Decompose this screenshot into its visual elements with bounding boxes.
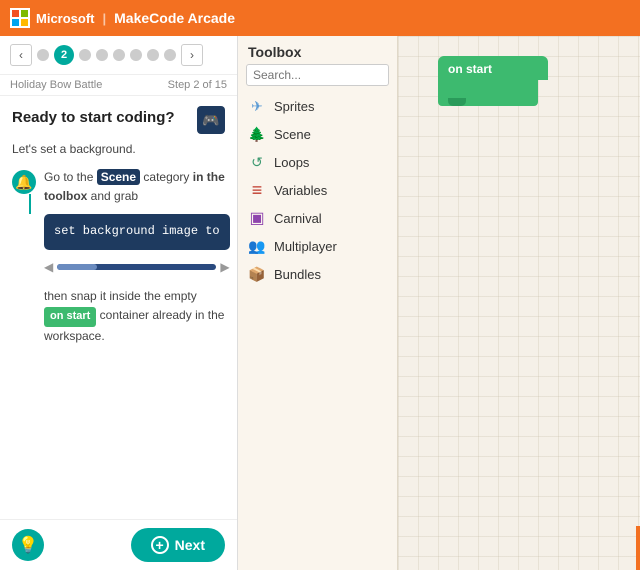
- workspace: on start 💾 Download ··· ☁: [398, 36, 640, 570]
- step-dot-8: [164, 49, 176, 61]
- toolbox-item-multiplayer[interactable]: 👥 Multiplayer: [238, 232, 397, 260]
- step-dot-1: [37, 49, 49, 61]
- loops-label: Loops: [274, 155, 309, 170]
- on-start-block-body: [438, 80, 538, 106]
- toolbox-item-sprites[interactable]: ✈ Sprites: [238, 92, 397, 120]
- tutorial-heading: Ready to start coding?: [12, 109, 175, 126]
- scene-icon: 🌲: [248, 125, 266, 143]
- bundles-label: Bundles: [274, 267, 321, 282]
- step-dot-5: [113, 49, 125, 61]
- instruction-step-1: 🔔 Go to the Scene category in the toolbo…: [12, 168, 225, 277]
- step-dot-6: [130, 49, 142, 61]
- microsoft-icon: [10, 8, 30, 28]
- sprites-icon: ✈: [248, 97, 266, 115]
- toolbox-item-carnival[interactable]: ▣ Carnival: [238, 204, 397, 232]
- header-divider: |: [103, 11, 107, 26]
- on-start-block[interactable]: on start: [438, 56, 548, 80]
- scrollbar-thumb: [57, 264, 97, 270]
- back-button[interactable]: ‹: [10, 44, 32, 66]
- tutorial-info: Holiday Bow Battle Step 2 of 15: [0, 75, 237, 96]
- step-dot-active: 2: [54, 45, 74, 65]
- tutorial-subtext: Let's set a background.: [12, 140, 225, 158]
- on-start-notch: [448, 98, 466, 106]
- carnival-label: Carnival: [274, 211, 322, 226]
- workspace-canvas[interactable]: on start: [398, 36, 640, 570]
- step-dot-3: [79, 49, 91, 61]
- forward-button[interactable]: ›: [181, 44, 203, 66]
- variables-label: Variables: [274, 183, 327, 198]
- scene-label: Scene: [274, 127, 311, 142]
- step-nav: ‹ 2 ›: [0, 36, 237, 75]
- scene-highlight: Scene: [97, 169, 140, 185]
- carnival-icon: ▣: [248, 209, 266, 227]
- code-scrollbar[interactable]: [57, 264, 216, 270]
- scroll-right-arrow[interactable]: ▶: [220, 258, 229, 277]
- step-text-1: Go to the Scene category in the toolbox …: [44, 168, 230, 277]
- code-block-wrapper: set background image to: [44, 214, 230, 249]
- toolbox-item-loops[interactable]: ↺ Loops: [238, 148, 397, 176]
- header-logo: Microsoft | MakeCode Arcade: [10, 8, 235, 28]
- toolbox-item-variables[interactable]: ≡ Variables: [238, 176, 397, 204]
- next-label: Next: [175, 537, 205, 553]
- header: Microsoft | MakeCode Arcade: [0, 0, 640, 36]
- bottom-bar: 💾 Download ··· ☁: [636, 526, 640, 570]
- left-panel: ‹ 2 › Holiday Bow Battle Step 2 of 15 Re…: [0, 36, 238, 570]
- app-title: MakeCode Arcade: [114, 10, 235, 26]
- brand-label: Microsoft: [36, 11, 95, 26]
- toolbox-search[interactable]: 🔍: [246, 64, 389, 86]
- toolbox-item-scene[interactable]: 🌲 Scene: [238, 120, 397, 148]
- bottom-buttons: 💡 + Next: [0, 519, 237, 570]
- multiplayer-label: Multiplayer: [274, 239, 337, 254]
- hint-button[interactable]: 💡: [12, 529, 44, 561]
- next-button[interactable]: + Next: [131, 528, 225, 562]
- tutorial-content: Ready to start coding? 🎮 Let's set a bac…: [0, 96, 237, 519]
- sprites-label: Sprites: [274, 99, 314, 114]
- instruction-1-post: category: [140, 170, 189, 184]
- tutorial-icon: 🎮: [197, 106, 225, 134]
- instruction-2-pre: then snap it inside the empty: [44, 289, 197, 303]
- bundles-icon: 📦: [248, 265, 266, 283]
- on-start-badge: on start: [44, 307, 96, 327]
- toolbox-item-bundles[interactable]: 📦 Bundles: [238, 260, 397, 288]
- instruction-1-pre: Go to the: [44, 170, 97, 184]
- tutorial-name: Holiday Bow Battle: [10, 79, 102, 91]
- toolbox-panel: Toolbox 🔍 ✈ Sprites 🌲 Scene ↺ Loops ≡ Va…: [238, 36, 398, 570]
- toolbox-header: Toolbox: [238, 36, 397, 64]
- scroll-left-arrow[interactable]: ◀: [44, 258, 53, 277]
- instruction-1-rest: and grab: [87, 189, 138, 203]
- code-block: set background image to: [54, 222, 220, 241]
- step-dot-7: [147, 49, 159, 61]
- next-plus-icon: +: [151, 536, 169, 554]
- step-bubble-1: 🔔: [12, 170, 36, 194]
- loops-icon: ↺: [248, 153, 266, 171]
- on-start-block-container: on start: [438, 56, 548, 106]
- step-dot-4: [96, 49, 108, 61]
- step-connector: [29, 194, 31, 214]
- main-layout: ‹ 2 › Holiday Bow Battle Step 2 of 15 Re…: [0, 36, 640, 570]
- step-label: Step 2 of 15: [168, 79, 227, 91]
- multiplayer-icon: 👥: [248, 237, 266, 255]
- variables-icon: ≡: [248, 181, 266, 199]
- search-input[interactable]: [253, 68, 408, 82]
- instruction-step-2-text: then snap it inside the empty on start c…: [12, 287, 225, 346]
